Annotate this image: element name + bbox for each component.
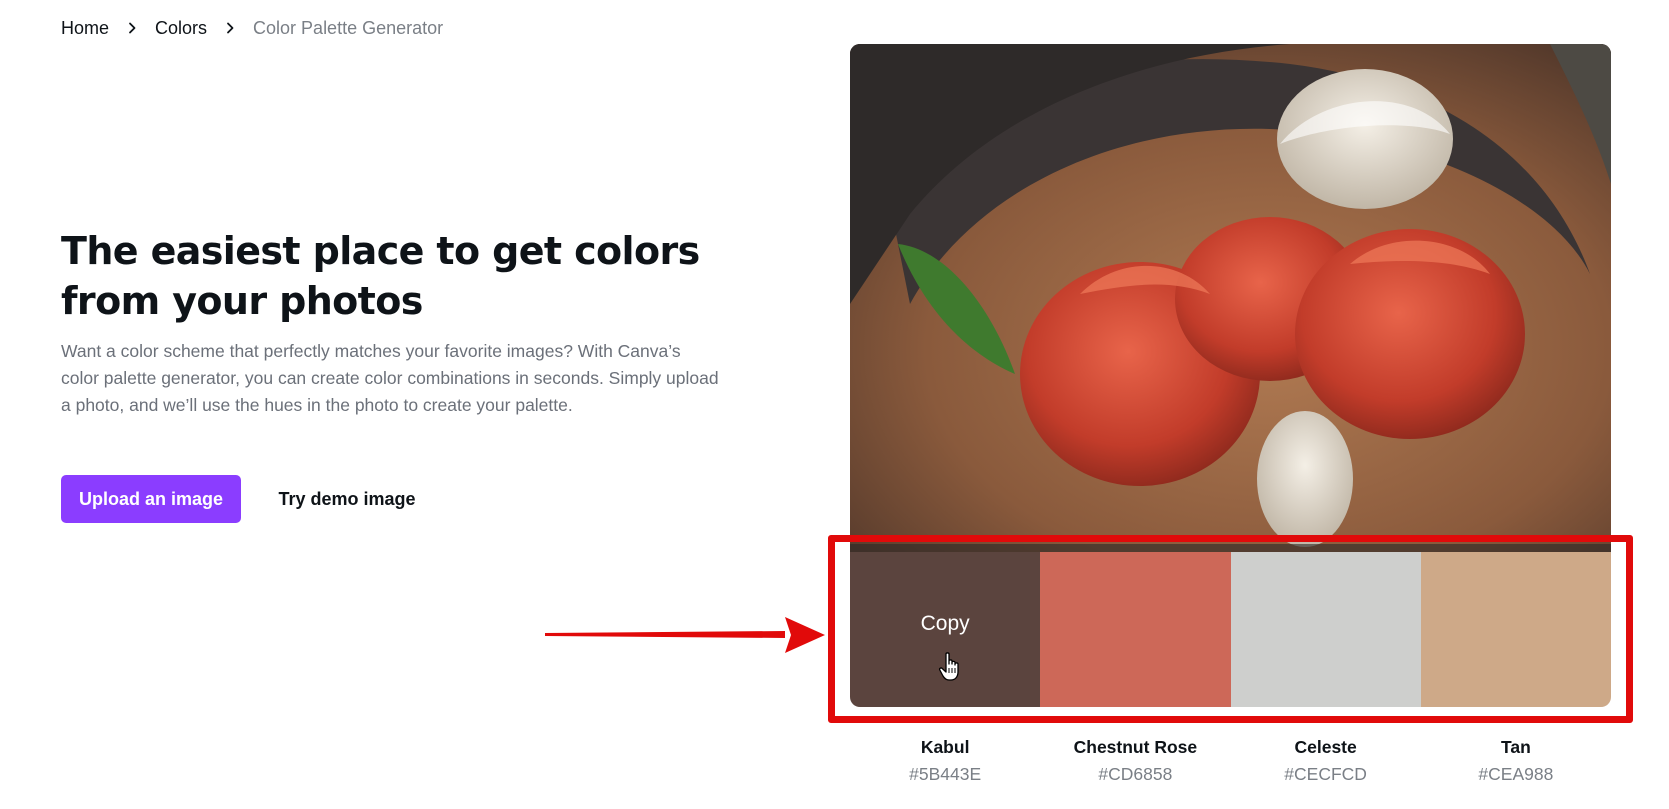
uploaded-photo [850,44,1611,552]
color-name: Tan [1500,737,1531,757]
page-title: The easiest place to get colors from you… [61,226,721,326]
breadcrumb-colors-link[interactable]: Colors [155,16,207,40]
page-title-line-2: from your photos [61,279,423,323]
breadcrumb: Home Colors Color Palette Generator [61,16,443,40]
hand-pointer-icon [938,652,959,681]
color-palette: Copy [850,552,1611,707]
color-hex[interactable]: #CEA988 [1421,763,1611,785]
color-label-tan: Tan #CEA988 [1421,736,1611,785]
swatch-celeste[interactable] [1230,552,1421,707]
swatch-chestnut-rose[interactable] [1040,552,1231,707]
try-demo-image-button[interactable]: Try demo image [262,475,432,523]
color-name: Celeste [1294,737,1357,757]
chevron-right-icon [126,22,138,34]
color-hex[interactable]: #5B443E [850,763,1040,785]
swatch-tan[interactable] [1420,552,1611,707]
palette-color-names: Kabul #5B443E Chestnut Rose #CD6858 Cele… [850,736,1611,785]
color-name: Kabul [920,737,970,757]
color-hex[interactable]: #CD6858 [1040,763,1230,785]
annotation-arrow [545,617,825,653]
color-hex[interactable]: #CECFCD [1231,763,1421,785]
color-label-celeste: Celeste #CECFCD [1231,736,1421,785]
chevron-right-icon [224,22,236,34]
color-label-chestnut-rose: Chestnut Rose #CD6858 [1040,736,1230,785]
color-label-kabul: Kabul #5B443E [850,736,1040,785]
swatch-kabul[interactable]: Copy [850,552,1041,707]
breadcrumb-current: Color Palette Generator [253,18,444,38]
upload-image-button[interactable]: Upload an image [61,475,241,523]
breadcrumb-home-link[interactable]: Home [61,16,109,40]
color-name: Chestnut Rose [1073,737,1198,757]
page-title-line-1: The easiest place to get colors [61,229,700,273]
hero-description: Want a color scheme that perfectly match… [61,341,719,415]
copy-label[interactable]: Copy [921,613,970,634]
